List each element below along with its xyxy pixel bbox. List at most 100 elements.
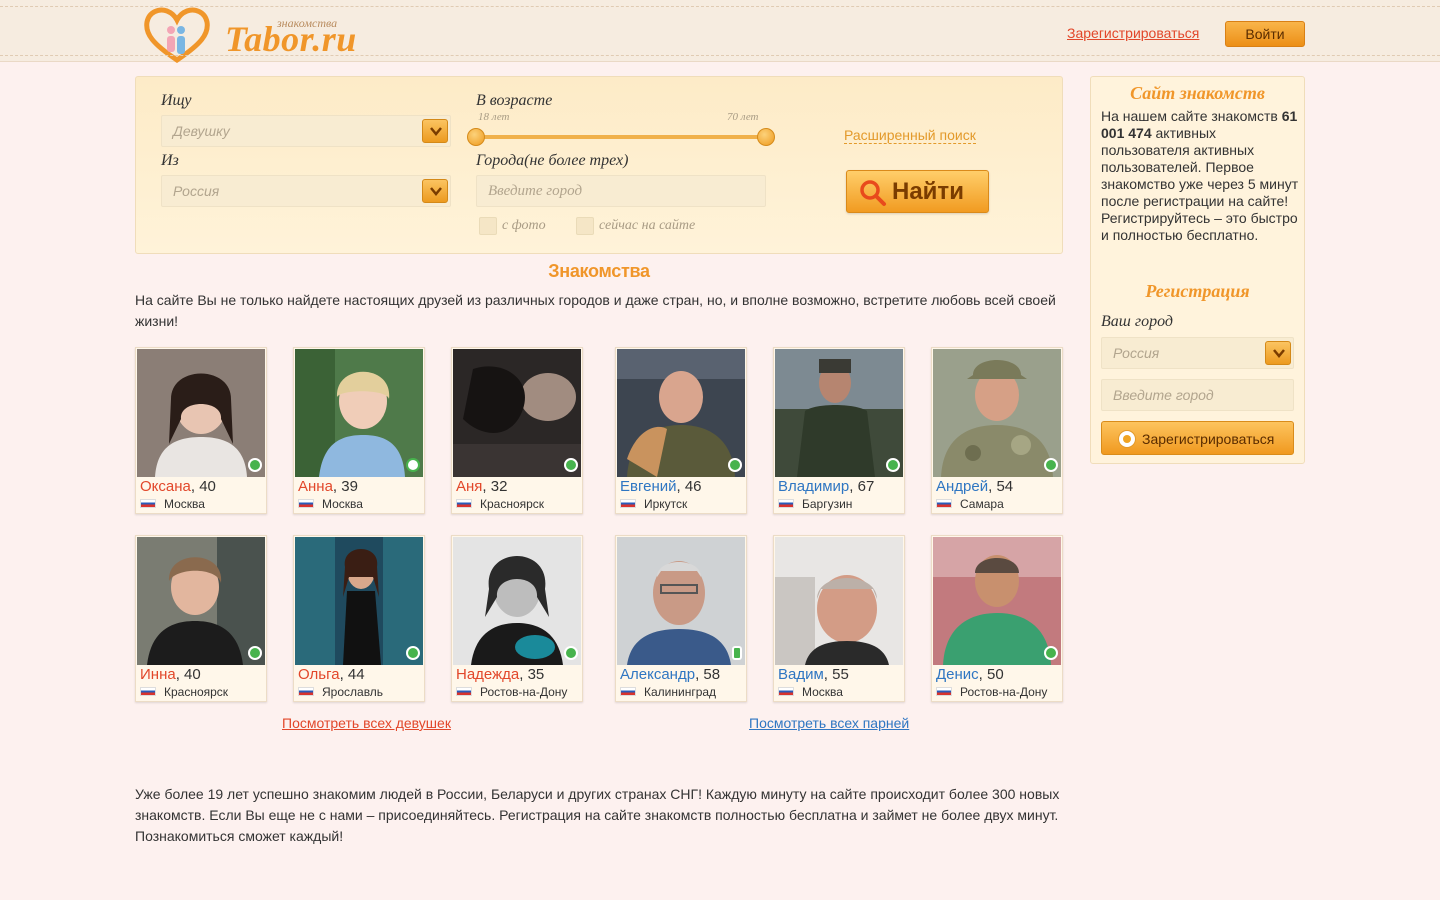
profile-city: Ростов-на-Дону <box>480 685 568 699</box>
online-status-icon <box>406 458 420 472</box>
header-register-link[interactable]: Зарегистрироваться <box>1067 25 1199 41</box>
profile-age: , 40 <box>175 666 201 683</box>
chevron-down-icon[interactable] <box>422 179 448 203</box>
sidebar-register-panel: Сайт знакомств На нашем сайте знакомств … <box>1090 76 1305 464</box>
profile-city: Ростов-на-Дону <box>960 685 1048 699</box>
profile-name[interactable]: Аня <box>456 478 482 495</box>
profile-card[interactable]: Евгений, 46 Иркутск <box>615 347 747 514</box>
profile-city: Красноярск <box>164 685 229 699</box>
age-slider-max-handle[interactable] <box>757 128 775 146</box>
profile-photo[interactable] <box>933 537 1061 665</box>
profile-name[interactable]: Евгений <box>620 478 677 495</box>
profile-card[interactable]: Надежда, 35 Ростов-на-Дону <box>451 535 583 702</box>
age-label: В возрасте <box>476 92 553 109</box>
profile-age: , 35 <box>519 666 545 683</box>
logo-wordmark: Tabor.ru <box>225 19 357 59</box>
russia-flag-icon <box>620 687 636 697</box>
sidebar-register-label: Зарегистрироваться <box>1142 431 1275 447</box>
profile-age: , 39 <box>332 478 358 495</box>
with-photo-label[interactable]: с фото <box>502 218 546 234</box>
view-all-girls-link[interactable]: Посмотреть всех девушек <box>282 715 451 731</box>
profile-age: , 54 <box>988 478 1014 495</box>
profile-name[interactable]: Анна <box>298 478 333 495</box>
seek-label: Ищу <box>161 92 192 109</box>
profile-name[interactable]: Ольга <box>298 666 340 683</box>
find-button-label: Найти <box>892 178 964 205</box>
online-now-checkbox[interactable] <box>576 217 594 235</box>
age-slider-min-handle[interactable] <box>467 128 485 146</box>
profile-photo[interactable] <box>137 537 265 665</box>
profile-photo[interactable] <box>453 349 581 477</box>
site-logo[interactable]: знакомства Tabor.ru <box>143 6 373 64</box>
russia-flag-icon <box>456 499 472 509</box>
profile-photo[interactable] <box>775 537 903 665</box>
city-input[interactable]: Введите город <box>476 175 766 207</box>
profile-card[interactable]: Андрей, 54 Самара <box>931 347 1063 514</box>
sidebar-city-input[interactable]: Введите город <box>1101 379 1294 411</box>
online-status-icon <box>1044 646 1058 660</box>
login-button[interactable]: Войти <box>1225 21 1305 47</box>
russia-flag-icon <box>456 687 472 697</box>
russia-flag-icon <box>936 687 952 697</box>
profile-city: Баргузин <box>802 497 853 511</box>
profile-card[interactable]: Оксана, 40 Москва <box>135 347 267 514</box>
mobile-online-icon <box>732 646 742 660</box>
from-label: Из <box>161 152 179 169</box>
profile-city: Самара <box>960 497 1004 511</box>
profile-photo[interactable] <box>295 537 423 665</box>
russia-flag-icon <box>778 499 794 509</box>
online-now-label[interactable]: сейчас на сайте <box>599 218 695 234</box>
view-all-boys-link[interactable]: Посмотреть всех парней <box>749 715 909 731</box>
profile-photo[interactable] <box>137 349 265 477</box>
profile-name[interactable]: Оксана <box>140 478 191 495</box>
chevron-down-icon[interactable] <box>1265 341 1291 365</box>
profile-city: Москва <box>322 497 363 511</box>
profile-city: Калининград <box>644 685 717 699</box>
online-status-icon <box>564 458 578 472</box>
profile-photo[interactable] <box>933 349 1061 477</box>
online-status-icon <box>248 458 262 472</box>
age-slider-track[interactable] <box>476 135 766 139</box>
profile-name[interactable]: Денис <box>936 666 979 683</box>
profile-card[interactable]: Вадим, 55 Москва <box>773 535 905 702</box>
profile-card[interactable]: Инна, 40 Красноярск <box>135 535 267 702</box>
chevron-down-icon[interactable] <box>422 119 448 143</box>
country-select[interactable]: Россия <box>161 175 451 207</box>
online-status-icon <box>564 646 578 660</box>
profile-name[interactable]: Андрей <box>936 478 988 495</box>
profile-card[interactable]: Анна, 39 Москва <box>293 347 425 514</box>
with-photo-checkbox[interactable] <box>479 217 497 235</box>
profile-photo[interactable] <box>453 537 581 665</box>
heart-logo-icon <box>144 7 210 64</box>
seek-select-value: Девушку <box>173 123 230 139</box>
profile-card[interactable]: Ольга, 44 Ярославль <box>293 535 425 702</box>
russia-flag-icon <box>778 687 794 697</box>
find-button[interactable]: Найти <box>846 170 989 213</box>
sidebar-title: Сайт знакомств <box>1130 83 1265 103</box>
profile-card[interactable]: Денис, 50 Ростов-на-Дону <box>931 535 1063 702</box>
sidebar-country-select[interactable]: Россия <box>1101 337 1294 369</box>
profile-photo[interactable] <box>775 349 903 477</box>
profile-city: Москва <box>164 497 205 511</box>
russia-flag-icon <box>298 687 314 697</box>
sidebar-register-button[interactable]: Зарегистрироваться <box>1101 421 1294 455</box>
seek-select[interactable]: Девушку <box>161 115 451 147</box>
age-min-label: 18 лет <box>478 111 510 123</box>
profile-photo[interactable] <box>617 537 745 665</box>
sidebar-description: На нашем сайте знакомств 61 001 474 акти… <box>1101 108 1301 244</box>
profile-card[interactable]: Аня, 32 Красноярск <box>451 347 583 514</box>
profile-photo[interactable] <box>295 349 423 477</box>
russia-flag-icon <box>936 499 952 509</box>
profile-name[interactable]: Инна <box>140 666 176 683</box>
advanced-search-link[interactable]: Расширенный поиск <box>844 127 976 144</box>
profile-name[interactable]: Владимир <box>778 478 849 495</box>
page-title: Знакомства <box>548 261 650 281</box>
profile-name[interactable]: Надежда <box>456 666 519 683</box>
profile-name[interactable]: Александр <box>620 666 695 683</box>
sidebar-text-before: На нашем сайте знакомств <box>1101 108 1282 124</box>
profile-city: Иркутск <box>644 497 688 511</box>
profile-name[interactable]: Вадим <box>778 666 824 683</box>
profile-photo[interactable] <box>617 349 745 477</box>
profile-card[interactable]: Александр, 58 Калининград <box>615 535 747 702</box>
profile-card[interactable]: Владимир, 67 Баргузин <box>773 347 905 514</box>
